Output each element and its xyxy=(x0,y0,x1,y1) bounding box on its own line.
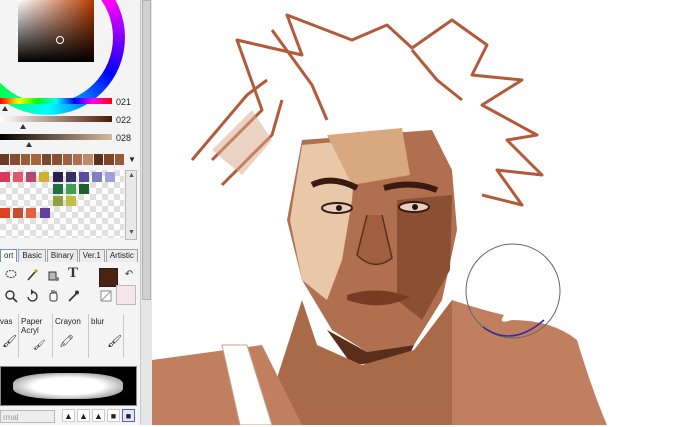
lasso-icon[interactable] xyxy=(4,268,18,282)
value-value: 028 xyxy=(116,133,132,143)
brush-label: Paper Acryl xyxy=(21,317,43,335)
tab-ver1[interactable]: Ver.1 xyxy=(78,249,105,262)
color-swatch[interactable] xyxy=(62,154,72,165)
palette-color[interactable] xyxy=(105,172,115,182)
eyedropper-icon[interactable] xyxy=(66,289,80,303)
color-swatch[interactable] xyxy=(20,154,31,165)
brush-slot[interactable]: Paper Acryl 🖌 xyxy=(19,314,53,358)
color-wheel-area xyxy=(0,0,140,115)
tab-artistic[interactable]: Artistic xyxy=(105,249,138,262)
cheek-shadow xyxy=(397,195,452,320)
tab-basic[interactable]: Basic xyxy=(18,249,46,262)
brush-icon: 🖌 xyxy=(2,334,18,348)
magnifier-icon[interactable] xyxy=(4,289,18,303)
saturation-value: 022 xyxy=(116,115,132,125)
palette-color[interactable] xyxy=(26,208,36,218)
brush-shape-option[interactable]: ▲ xyxy=(77,409,90,422)
color-swatch[interactable] xyxy=(93,154,104,165)
color-swatch[interactable] xyxy=(72,154,83,165)
brush-slot[interactable]: Crayon 🖍 xyxy=(53,314,89,358)
brush-shape-option[interactable]: ■ xyxy=(107,409,120,422)
brush-slot[interactable]: vas 🖌 xyxy=(0,314,19,358)
value-slider-thumb[interactable] xyxy=(26,142,32,147)
palette-color[interactable] xyxy=(39,172,49,182)
hue-slider-thumb[interactable] xyxy=(2,106,8,111)
color-swatch[interactable] xyxy=(83,154,93,165)
tab-binary[interactable]: Binary xyxy=(46,249,78,262)
palette-scrollbar[interactable]: ▲ ▼ xyxy=(125,170,137,240)
tab-sort[interactable]: ort xyxy=(0,249,18,262)
hue-slider[interactable] xyxy=(0,98,112,104)
color-swatch[interactable] xyxy=(31,154,41,165)
palette-color[interactable] xyxy=(0,208,10,218)
color-swatch[interactable] xyxy=(0,154,10,165)
magic-wand-icon[interactable] xyxy=(25,268,39,282)
color-swatch[interactable] xyxy=(41,154,52,165)
tool-panel: 021 022 028 ▼ ▲ ▼ ort Basic Binary Ver.1 … xyxy=(0,0,140,425)
palette-color[interactable] xyxy=(40,208,50,218)
saturation-value-box[interactable] xyxy=(18,0,94,62)
brush-label: Crayon xyxy=(55,317,81,326)
brush-preview xyxy=(0,366,137,406)
palette-color[interactable] xyxy=(53,184,63,194)
palette-color[interactable] xyxy=(53,196,63,206)
palette-color[interactable] xyxy=(66,184,76,194)
brush-label: vas xyxy=(0,317,13,326)
blend-mode-select[interactable]: rmal xyxy=(0,410,55,423)
color-swatch[interactable] xyxy=(114,154,125,165)
palette-color[interactable] xyxy=(92,172,102,182)
brush-shape-option[interactable]: ▲ xyxy=(92,409,105,422)
brush-slot[interactable]: blur 🖌 xyxy=(89,314,124,358)
hue-value: 021 xyxy=(116,97,132,107)
palette-color[interactable] xyxy=(79,172,89,182)
drawing-canvas[interactable] xyxy=(152,0,680,426)
color-picker-cursor[interactable] xyxy=(56,36,64,44)
sub-color-box[interactable] xyxy=(116,285,136,305)
brush-shape-option[interactable]: ▲ xyxy=(62,409,75,422)
scrollbar-thumb[interactable] xyxy=(142,0,151,300)
bucket-icon[interactable] xyxy=(46,268,60,282)
hair-shade xyxy=(212,110,272,175)
color-swatch[interactable] xyxy=(104,154,114,165)
text-icon[interactable]: T xyxy=(66,266,80,281)
hand-icon[interactable] xyxy=(46,289,60,303)
color-swatch[interactable] xyxy=(52,154,62,165)
palette-color[interactable] xyxy=(26,172,36,182)
brush-shape-selector: ▲ ▲ ▲ ■ ■ xyxy=(62,409,138,423)
palette-color[interactable] xyxy=(13,208,23,218)
brush-icon: 🖌 xyxy=(33,340,46,351)
palette-color[interactable] xyxy=(13,172,23,182)
value-slider[interactable] xyxy=(0,134,112,140)
brush-icon: 🖍 xyxy=(59,334,75,348)
rotate-icon[interactable] xyxy=(25,289,39,303)
palette-color[interactable] xyxy=(0,172,10,182)
palette-color[interactable] xyxy=(66,172,76,182)
color-swatch[interactable] xyxy=(10,154,20,165)
palette-color[interactable] xyxy=(66,196,76,206)
swap-colors-icon[interactable]: ↶ xyxy=(122,268,136,282)
brush-label: blur xyxy=(91,317,105,326)
tool-tabs: ort Basic Binary Ver.1 Artistic xyxy=(0,249,140,262)
saturation-slider[interactable] xyxy=(0,116,112,122)
brush-shape-option[interactable]: ■ xyxy=(122,409,135,422)
artwork xyxy=(152,13,607,426)
color-history xyxy=(0,154,125,166)
saturation-slider-thumb[interactable] xyxy=(20,124,26,129)
brush-icon: 🖌 xyxy=(107,334,123,348)
color-palette xyxy=(0,170,124,238)
palette-color[interactable] xyxy=(53,172,63,182)
palette-color[interactable] xyxy=(79,184,89,194)
chevron-down-icon[interactable]: ▼ xyxy=(128,155,136,164)
transparent-color-icon[interactable] xyxy=(99,290,113,304)
brush-list: vas 🖌 Paper Acryl 🖌 Crayon 🖍 blur 🖌 xyxy=(0,314,140,358)
